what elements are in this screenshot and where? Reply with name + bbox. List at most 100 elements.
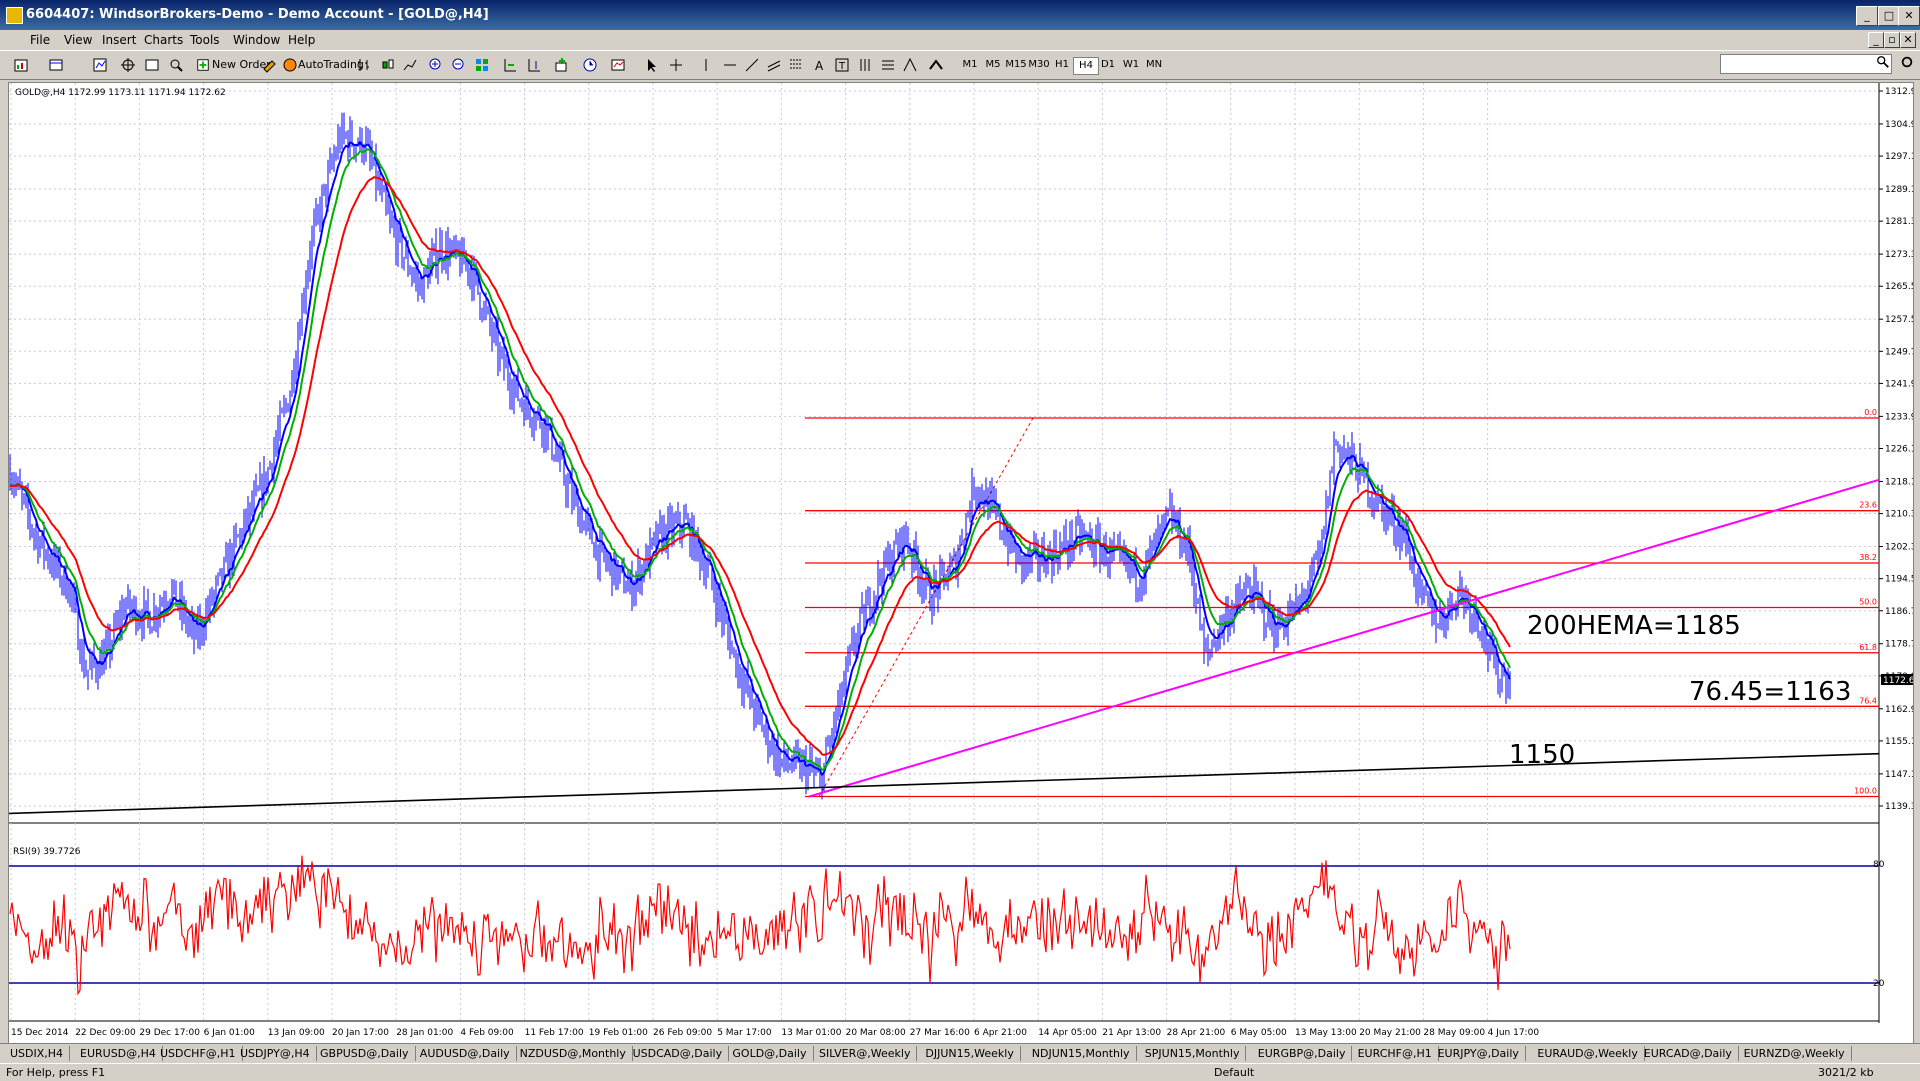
child-close-button[interactable]: ✕ <box>1900 32 1916 48</box>
date-tick: 19 Feb 01:00 <box>589 1028 648 1038</box>
chart-tab-euraud-weekly[interactable]: EURAUD@,Weekly <box>1531 1046 1645 1061</box>
vertical-line-icon[interactable] <box>698 57 714 73</box>
search-input[interactable] <box>1720 54 1892 74</box>
date-tick: 26 Feb 09:00 <box>653 1028 712 1038</box>
cursor-icon[interactable] <box>644 57 660 73</box>
chart-tab-nzdusd-monthly[interactable]: NZDUSD@,Monthly <box>514 1046 633 1061</box>
line-chart-icon[interactable] <box>402 57 418 73</box>
chart-tab-eurcad-daily[interactable]: EURCAD@,Daily <box>1638 1046 1739 1061</box>
chart-tab-silver-weekly[interactable]: SILVER@,Weekly <box>813 1046 918 1061</box>
chart-shift-icon[interactable] <box>526 57 542 73</box>
date-tick: 4 Jun 17:00 <box>1488 1028 1540 1038</box>
new-order-icon[interactable] <box>196 57 210 73</box>
channel-icon[interactable] <box>766 57 782 73</box>
annotation-fib-76[interactable]: 76.45=1163 <box>1689 677 1851 707</box>
price-tick: 1178.70 <box>1885 640 1913 650</box>
chart-tab-eurchf-h1[interactable]: EURCHF@,H1 <box>1352 1046 1439 1061</box>
close-button[interactable]: ✕ <box>1898 6 1920 26</box>
timeframe-m5[interactable]: M5 <box>981 57 1005 73</box>
price-tick: 1202.30 <box>1885 543 1913 553</box>
price-chart[interactable]: 1312.90 1304.90 1297.10 1289.10 1281.30 1273.… <box>8 83 1920 1043</box>
chart-tab-usdchf-h1[interactable]: USDCHF@,H1 <box>154 1046 243 1061</box>
svg-text:A: A <box>815 59 824 73</box>
chart-tab-eurnzd-weekly[interactable]: EURNZD@,Weekly <box>1738 1046 1852 1061</box>
annotation-1150[interactable]: 1150 <box>1509 740 1575 770</box>
search-icon[interactable] <box>1876 55 1890 69</box>
chart-window[interactable]: 1312.90 1304.90 1297.10 1289.10 1281.30 1273.… <box>8 82 1920 1044</box>
price-tick: 1155.10 <box>1885 737 1913 747</box>
autotrading-icon[interactable] <box>282 57 298 73</box>
timeframe-d1[interactable]: D1 <box>1096 57 1120 73</box>
fib-level-label: 100.0 <box>1854 787 1877 796</box>
periods-icon[interactable] <box>582 57 598 73</box>
auto-scroll-icon[interactable] <box>502 57 518 73</box>
menu-charts[interactable]: Charts <box>144 33 183 47</box>
date-tick: 20 Mar 08:00 <box>846 1028 906 1038</box>
minimize-button[interactable]: _ <box>1856 6 1878 26</box>
chart-tab-usdcad-daily[interactable]: USDCAD@,Daily <box>627 1046 730 1061</box>
indicators-icon[interactable] <box>554 57 570 73</box>
autotrading-button[interactable]: AutoTrading <box>298 55 364 75</box>
child-minimize-button[interactable]: _ <box>1868 32 1884 48</box>
metaeditor-icon[interactable] <box>262 57 278 73</box>
zoom-in-icon[interactable] <box>428 57 444 73</box>
strategy-tester-icon[interactable] <box>168 57 184 73</box>
chart-tab-gold-daily[interactable]: GOLD@,Daily <box>726 1046 814 1061</box>
text-label-icon[interactable]: T <box>834 57 850 73</box>
chart-tab-eurjpy-daily[interactable]: EURJPY@,Daily <box>1432 1046 1526 1061</box>
chart-tab-eurusd-h4[interactable]: EURUSD@,H4 <box>74 1046 163 1061</box>
chart-tab-ndjun15-monthly[interactable]: NDJUN15,Monthly <box>1026 1046 1137 1061</box>
timeframe-m30[interactable]: M30 <box>1027 57 1051 73</box>
fibonacci-icon[interactable] <box>788 57 804 73</box>
support-trendline[interactable] <box>8 752 1880 815</box>
chart-tab-djjun15-weekly[interactable]: DJJUN15,Weekly <box>919 1046 1021 1061</box>
price-tick: 1257.50 <box>1885 315 1913 325</box>
fib-channel-icon[interactable] <box>880 57 896 73</box>
child-restore-button[interactable]: ▫ <box>1884 32 1900 48</box>
menu-view[interactable]: View <box>64 33 92 47</box>
trendline-icon[interactable] <box>744 57 760 73</box>
tile-windows-icon[interactable] <box>474 57 490 73</box>
annotation-200hema[interactable]: 200HEMA=1185 <box>1527 611 1741 641</box>
maximize-button[interactable]: □ <box>1878 6 1900 26</box>
terminal-icon[interactable] <box>144 57 160 73</box>
chart-tab-usdjpy-h4[interactable]: USDJPY@,H4 <box>234 1046 317 1061</box>
chart-tab-spjun15-monthly[interactable]: SPJUN15,Monthly <box>1139 1046 1247 1061</box>
price-tick: 1297.10 <box>1885 152 1913 162</box>
crosshair-icon[interactable] <box>668 57 684 73</box>
trendlines[interactable] <box>8 478 1880 815</box>
menu-tools[interactable]: Tools <box>190 33 220 47</box>
fib-expansion-icon[interactable] <box>902 57 918 73</box>
chart-tab-usdix-h4[interactable]: USDIX,H4 <box>4 1046 71 1061</box>
menu-file[interactable]: File <box>30 33 50 47</box>
timeframe-mn[interactable]: MN <box>1142 57 1166 73</box>
menu-help[interactable]: Help <box>288 33 315 47</box>
timeframe-w1[interactable]: W1 <box>1119 57 1143 73</box>
chart-tab-gbpusd-daily[interactable]: GBPUSD@,Daily <box>314 1046 416 1061</box>
arrows-icon[interactable] <box>928 57 944 73</box>
menu-insert[interactable]: Insert <box>102 33 136 47</box>
gann-icon[interactable] <box>858 57 874 73</box>
chart-tab-eurgbp-daily[interactable]: EURGBP@,Daily <box>1252 1046 1353 1061</box>
candlestick-icon[interactable] <box>380 57 396 73</box>
timeframe-m1[interactable]: M1 <box>958 57 982 73</box>
chart-tab-audusd-daily[interactable]: AUDUSD@,Daily <box>414 1046 517 1061</box>
timeframe-m15[interactable]: M15 <box>1004 57 1028 73</box>
date-tick: 4 Feb 09:00 <box>460 1028 514 1038</box>
price-tick: 1273.30 <box>1885 250 1913 260</box>
settings-icon[interactable] <box>1900 55 1914 69</box>
price-tick: 1162.90 <box>1885 705 1913 715</box>
new-chart-icon[interactable] <box>14 57 30 73</box>
text-icon[interactable]: A <box>812 57 828 73</box>
fib-level-label: 76.4 <box>1859 696 1877 705</box>
profiles-icon[interactable] <box>48 57 64 73</box>
horizontal-line-icon[interactable] <box>722 57 738 73</box>
timeframe-h1[interactable]: H1 <box>1050 57 1074 73</box>
market-watch-icon[interactable] <box>92 57 108 73</box>
zoom-out-icon[interactable] <box>451 57 467 73</box>
menu-window[interactable]: Window <box>233 33 280 47</box>
templates-icon[interactable] <box>610 57 626 73</box>
chart-info-label: GOLD@,H4 1172.99 1173.11 1171.94 1172.62 <box>15 88 226 98</box>
bar-chart-icon[interactable] <box>356 57 372 73</box>
navigator-icon[interactable] <box>120 57 136 73</box>
